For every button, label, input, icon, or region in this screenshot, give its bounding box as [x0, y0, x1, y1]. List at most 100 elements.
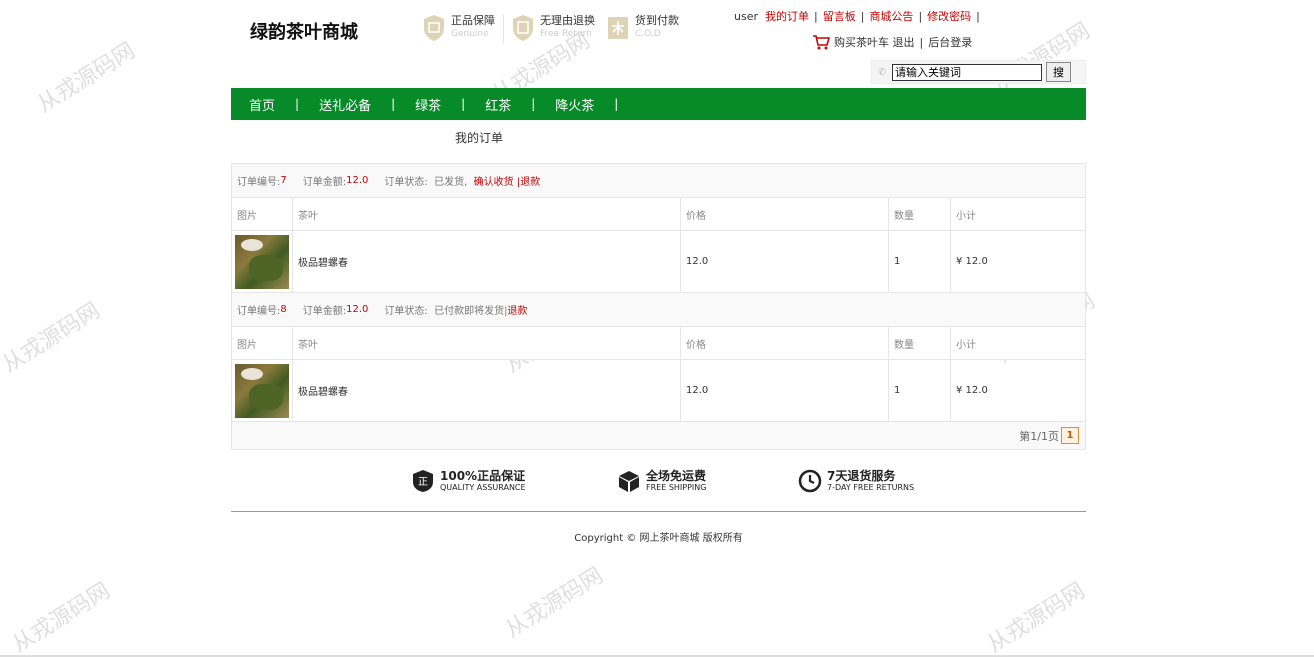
- col-image: 图片: [232, 198, 293, 230]
- quality-shield-icon: 正: [413, 470, 433, 492]
- product-subtotal: ¥ 12.0: [956, 256, 988, 267]
- order-status-label: 订单状态:: [384, 177, 428, 188]
- product-qty: 1: [889, 360, 951, 421]
- order-status-label: 订单状态:: [384, 306, 428, 317]
- phone-icon: ✆: [877, 66, 887, 78]
- my-orders-link[interactable]: 我的订单: [765, 10, 809, 23]
- separator: |: [614, 97, 619, 111]
- service-title: 7天退货服务: [827, 468, 896, 483]
- svg-text:正: 正: [418, 477, 428, 488]
- nav-green-tea[interactable]: 绿茶: [415, 95, 441, 114]
- refund-link[interactable]: 退款: [508, 302, 528, 317]
- table-row: 极品碧螺春 12.0 1 ¥ 12.0: [232, 231, 1085, 293]
- page-info: 第1/1页: [1019, 429, 1059, 443]
- separator: |: [295, 97, 300, 111]
- shield-return-icon: [513, 15, 533, 41]
- separator: |: [461, 97, 466, 111]
- divider: [503, 14, 504, 44]
- order-status: 已发货,: [434, 177, 468, 188]
- separator: |: [531, 97, 536, 111]
- order-amount: 12.0: [346, 304, 369, 315]
- product-name[interactable]: 极品碧螺春: [293, 231, 681, 292]
- order-header: 订单编号: 7 订单金额: 12.0 订单状态: 已发货, 确认收货 |退款: [232, 164, 1085, 198]
- nav-black-tea[interactable]: 红茶: [485, 95, 511, 114]
- product-name[interactable]: 极品碧螺春: [293, 360, 681, 421]
- promo-sub: C.O.D: [635, 29, 661, 39]
- main-nav: 首页 | 送礼必备 | 绿茶 | 红茶 | 降火茶 |: [231, 88, 1086, 120]
- service-title: 全场免运费: [646, 468, 707, 483]
- col-tea: 茶叶: [293, 198, 681, 230]
- watermark: 从戎源码网: [501, 563, 608, 643]
- order-amount-label: 订单金额:: [302, 177, 347, 188]
- product-price: 12.0: [681, 231, 889, 292]
- watermark: 从戎源码网: [8, 578, 115, 657]
- promo-sub: Free Return: [540, 29, 592, 39]
- order-amount-label: 订单金额:: [302, 306, 347, 317]
- promo-badges: 正品保障 Genuine 无理由退换 Free Return 货到付款 C.O.D: [423, 14, 691, 44]
- top-nav: user 我的订单 | 留言板 | 商城公告 | 修改密码 |: [734, 8, 985, 24]
- admin-login-link[interactable]: 后台登录: [928, 34, 972, 50]
- watermark: 从戎源码网: [33, 38, 140, 118]
- shield-genuine-icon: [424, 15, 444, 41]
- change-password-link[interactable]: 修改密码: [927, 10, 971, 23]
- separator: |: [976, 10, 980, 23]
- col-image: 图片: [232, 327, 293, 359]
- username: user: [734, 10, 758, 23]
- footer-divider: [231, 511, 1086, 512]
- message-board-link[interactable]: 留言板: [823, 10, 856, 23]
- pagination: 第1/1页 1: [232, 422, 1085, 449]
- product-subtotal: ¥ 12.0: [956, 385, 988, 396]
- order-status: 已付款即将发货|: [434, 306, 508, 317]
- order-header: 订单编号: 8 订单金额: 12.0 订单状态: 已付款即将发货| 退款: [232, 293, 1085, 327]
- service-quality: 正 100%正品保证 QUALITY ASSURANCE: [411, 469, 526, 493]
- clock-icon: [798, 469, 822, 493]
- separator: |: [391, 97, 396, 111]
- cart-icon[interactable]: [812, 34, 830, 50]
- cart-line: 购买茶叶车 退出 | 后台登录: [812, 34, 972, 50]
- product-thumbnail[interactable]: [235, 363, 289, 418]
- orders-table: 订单编号: 7 订单金额: 12.0 订单状态: 已发货, 确认收货 |退款 图片 …: [231, 163, 1086, 450]
- watermark: 从戎源码网: [988, 18, 1095, 98]
- separator: |: [918, 10, 923, 23]
- logout-link[interactable]: 退出: [893, 34, 915, 50]
- promo-title: 正品保障: [451, 14, 495, 27]
- separator: |: [814, 10, 818, 23]
- nav-home[interactable]: 首页: [249, 95, 275, 114]
- promo-genuine: 正品保障 Genuine: [423, 14, 495, 44]
- notice-link[interactable]: 商城公告: [869, 10, 913, 23]
- table-header-row: 图片 茶叶 价格 数量 小计: [232, 198, 1085, 231]
- service-shipping: 全场免运费 FREE SHIPPING: [617, 469, 706, 493]
- product-price: 12.0: [681, 360, 889, 421]
- table-header-row: 图片 茶叶 价格 数量 小计: [232, 327, 1085, 360]
- site-logo[interactable]: 绿韵茶叶商城: [250, 18, 358, 44]
- table-row: 极品碧螺春 12.0 1 ¥ 12.0: [232, 360, 1085, 422]
- order-no-label: 订单编号:: [237, 306, 281, 317]
- page-number-current[interactable]: 1: [1061, 427, 1079, 444]
- col-qty: 数量: [889, 198, 951, 230]
- cell-image: [232, 360, 293, 421]
- col-price: 价格: [681, 327, 889, 359]
- nav-cooling-tea[interactable]: 降火茶: [555, 95, 594, 114]
- col-subtotal: 小计: [956, 339, 976, 351]
- col-tea: 茶叶: [293, 327, 681, 359]
- product-qty: 1: [889, 231, 951, 292]
- order-no-label: 订单编号:: [237, 177, 281, 188]
- nav-gifts[interactable]: 送礼必备: [319, 95, 371, 114]
- cell-image: [232, 231, 293, 292]
- separator: |: [919, 35, 924, 49]
- col-price: 价格: [681, 198, 889, 230]
- order-amount: 12.0: [346, 175, 369, 186]
- search-input[interactable]: [892, 63, 1042, 81]
- col-qty: 数量: [889, 327, 951, 359]
- promo-sub: Genuine: [451, 29, 489, 39]
- service-returns: 7天退货服务 7-DAY FREE RETURNS: [798, 469, 914, 493]
- copyright: Copyright © 网上茶叶商城 版权所有: [574, 533, 743, 544]
- cod-icon: [608, 17, 628, 39]
- product-thumbnail[interactable]: [235, 234, 289, 289]
- refund-link[interactable]: |退款: [517, 173, 540, 188]
- cart-link[interactable]: 购买茶叶车: [834, 34, 889, 50]
- separator: |: [860, 10, 865, 23]
- search-bar: ✆ 搜: [871, 60, 1086, 84]
- search-button[interactable]: 搜: [1046, 62, 1071, 82]
- confirm-receipt-link[interactable]: 确认收货: [474, 173, 514, 188]
